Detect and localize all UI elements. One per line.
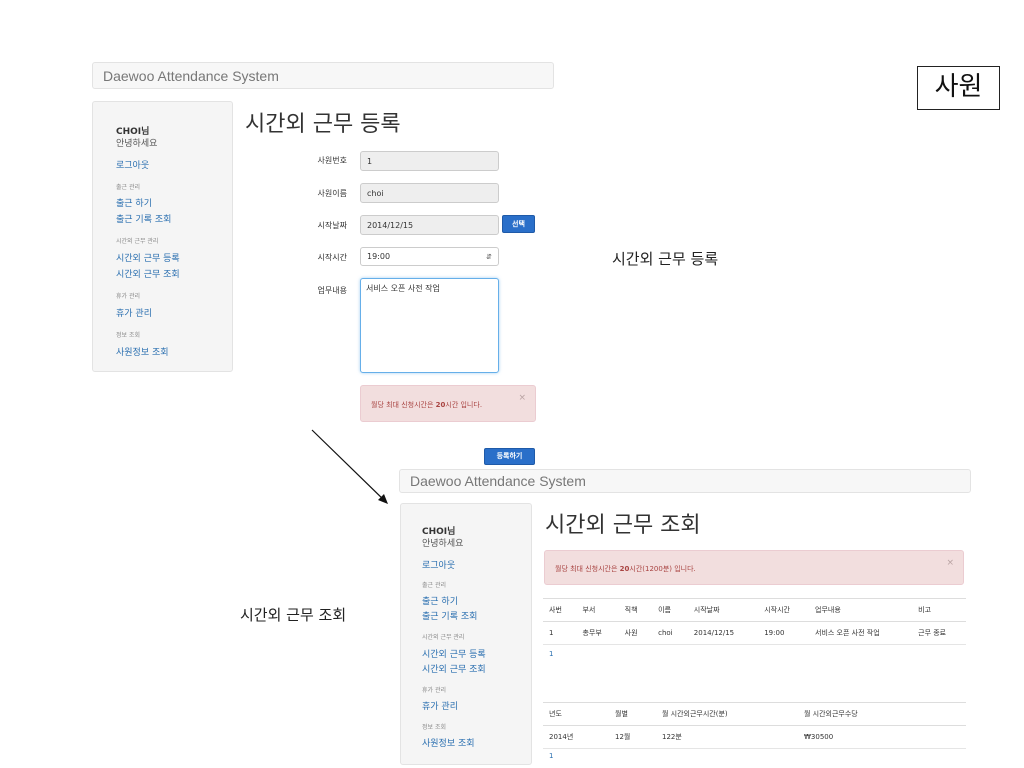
table-cell: 12월: [609, 725, 656, 749]
col-header: 월 시간외근무수당: [798, 702, 966, 726]
sidebar-section-vacation: 휴가 관리: [422, 687, 446, 694]
sidebar-greeting: 안녕하세요: [116, 139, 158, 149]
start-date-label: 시작날짜: [317, 221, 347, 230]
overtime-table: 사번 부서 직책 이름 시작날짜 시작시간 업무내용 비고 1 총무부 사원 c…: [543, 598, 966, 645]
sidebar-item-vacation[interactable]: 휴가 관리: [422, 699, 458, 712]
col-header: 시작시간: [758, 598, 810, 622]
sidebar-item-checkin[interactable]: 출근 하기: [116, 196, 152, 209]
page-title-register: 시간외 근무 등록: [245, 112, 401, 137]
start-date-field[interactable]: 2014/12/15: [360, 215, 499, 235]
table-cell: 122분: [656, 725, 798, 749]
arrow-icon: [311, 429, 388, 504]
table-cell: 근무 종료: [912, 621, 966, 645]
lookup-caption: 시간외 근무 조회: [240, 606, 347, 624]
sidebar-item-employee-info[interactable]: 사원정보 조회: [422, 736, 475, 749]
employee-badge: 사원: [917, 66, 1000, 110]
monthly-summary-table: 년도 월별 월 시간외근무시간(분) 월 시간외근무수당 2014년 12월 1…: [543, 702, 966, 749]
date-select-button[interactable]: 선택: [502, 215, 535, 233]
start-time-select[interactable]: 19:00 ⇵: [360, 247, 499, 266]
alert-text: 월당 최대 신청시간은 20시간(1200분) 입니다.: [555, 565, 696, 573]
col-header: 이름: [652, 598, 688, 622]
max-hours-alert-register: 월당 최대 신청시간은 20시간 입니다. ×: [360, 385, 536, 422]
submit-button[interactable]: 등록하기: [484, 448, 535, 465]
table-cell: 19:00: [758, 621, 810, 645]
sidebar-section-info: 정보 조회: [422, 724, 446, 731]
emp-name-label: 사원이름: [317, 189, 347, 198]
sidebar-greeting: 안녕하세요: [422, 539, 464, 549]
col-header: 비고: [912, 598, 966, 622]
sidebar-register: CHOI님 안녕하세요 로그아웃 출근 관리 출근 하기 출근 기록 조회 시간…: [92, 101, 233, 372]
work-content-label: 업무내용: [317, 286, 347, 295]
sidebar-item-employee-info[interactable]: 사원정보 조회: [116, 345, 169, 358]
close-icon[interactable]: ×: [518, 393, 526, 403]
table-cell: 1: [543, 621, 577, 645]
sidebar-item-overtime-lookup[interactable]: 시간외 근무 조회: [116, 267, 180, 280]
sidebar-item-overtime-register[interactable]: 시간외 근무 등록: [422, 647, 486, 660]
navbar-register: Daewoo Attendance System: [92, 62, 554, 89]
sidebar-lookup: CHOI님 안녕하세요 로그아웃 출근 관리 출근 하기 출근 기록 조회 시간…: [400, 503, 532, 765]
register-caption: 시간외 근무 등록: [612, 250, 719, 268]
sidebar-item-attendance-history[interactable]: 출근 기록 조회: [116, 212, 171, 225]
work-content-textarea[interactable]: 서비스 오픈 사전 작업: [360, 278, 499, 373]
sidebar-item-overtime-lookup[interactable]: 시간외 근무 조회: [422, 662, 486, 675]
alert-text: 월당 최대 신청시간은 20시간 입니다.: [371, 401, 483, 409]
table-cell: 2014년: [543, 725, 609, 749]
max-hours-alert-lookup: 월당 최대 신청시간은 20시간(1200분) 입니다. ×: [544, 550, 964, 585]
table-row: 1 총무부 사원 choi 2014/12/15 19:00 서비스 오픈 사전…: [543, 621, 966, 645]
pagination-link[interactable]: 1: [549, 752, 553, 760]
close-icon[interactable]: ×: [946, 558, 954, 568]
sidebar-item-vacation[interactable]: 휴가 관리: [116, 306, 152, 319]
table-cell: 서비스 오픈 사전 작업: [809, 621, 913, 645]
logout-link[interactable]: 로그아웃: [422, 558, 455, 571]
logout-link[interactable]: 로그아웃: [116, 158, 149, 171]
table-cell: 총무부: [576, 621, 619, 645]
col-header: 부서: [576, 598, 619, 622]
table-header-row: 년도 월별 월 시간외근무시간(분) 월 시간외근무수당: [543, 702, 966, 726]
start-time-value: 19:00: [367, 252, 391, 261]
emp-no-field[interactable]: 1: [360, 151, 499, 171]
sidebar-item-checkin[interactable]: 출근 하기: [422, 594, 458, 607]
table-cell: ₩30500: [798, 725, 966, 749]
table-cell: choi: [652, 621, 688, 645]
table-header-row: 사번 부서 직책 이름 시작날짜 시작시간 업무내용 비고: [543, 598, 966, 622]
page-title-lookup: 시간외 근무 조회: [545, 513, 701, 538]
sidebar-section-overtime: 시간외 근무 관리: [116, 238, 159, 245]
sidebar-section-attendance: 출근 관리: [422, 582, 446, 589]
pagination-link[interactable]: 1: [549, 650, 553, 658]
emp-no-label: 사원번호: [317, 156, 347, 165]
sidebar-section-vacation: 휴가 관리: [116, 293, 140, 300]
navbar-lookup: Daewoo Attendance System: [399, 469, 971, 493]
select-arrows-icon: ⇵: [486, 253, 492, 261]
col-header: 업무내용: [809, 598, 913, 622]
col-header: 년도: [543, 702, 609, 726]
table-row: 2014년 12월 122분 ₩30500: [543, 725, 966, 749]
col-header: 사번: [543, 598, 577, 622]
sidebar-item-overtime-register[interactable]: 시간외 근무 등록: [116, 251, 180, 264]
table-cell: 사원: [618, 621, 653, 645]
col-header: 월별: [609, 702, 656, 726]
emp-name-field[interactable]: choi: [360, 183, 499, 203]
col-header: 월 시간외근무시간(분): [656, 702, 798, 726]
app-brand-lookup[interactable]: Daewoo Attendance System: [410, 473, 586, 489]
table-cell: 2014/12/15: [687, 621, 759, 645]
sidebar-section-attendance: 출근 관리: [116, 184, 140, 191]
col-header: 직책: [618, 598, 653, 622]
sidebar-section-info: 정보 조회: [116, 332, 140, 339]
start-time-label: 시작시간: [317, 253, 347, 262]
sidebar-item-attendance-history[interactable]: 출근 기록 조회: [422, 609, 477, 622]
col-header: 시작날짜: [687, 598, 759, 622]
app-brand[interactable]: Daewoo Attendance System: [103, 68, 279, 84]
sidebar-section-overtime: 시간외 근무 관리: [422, 634, 465, 641]
